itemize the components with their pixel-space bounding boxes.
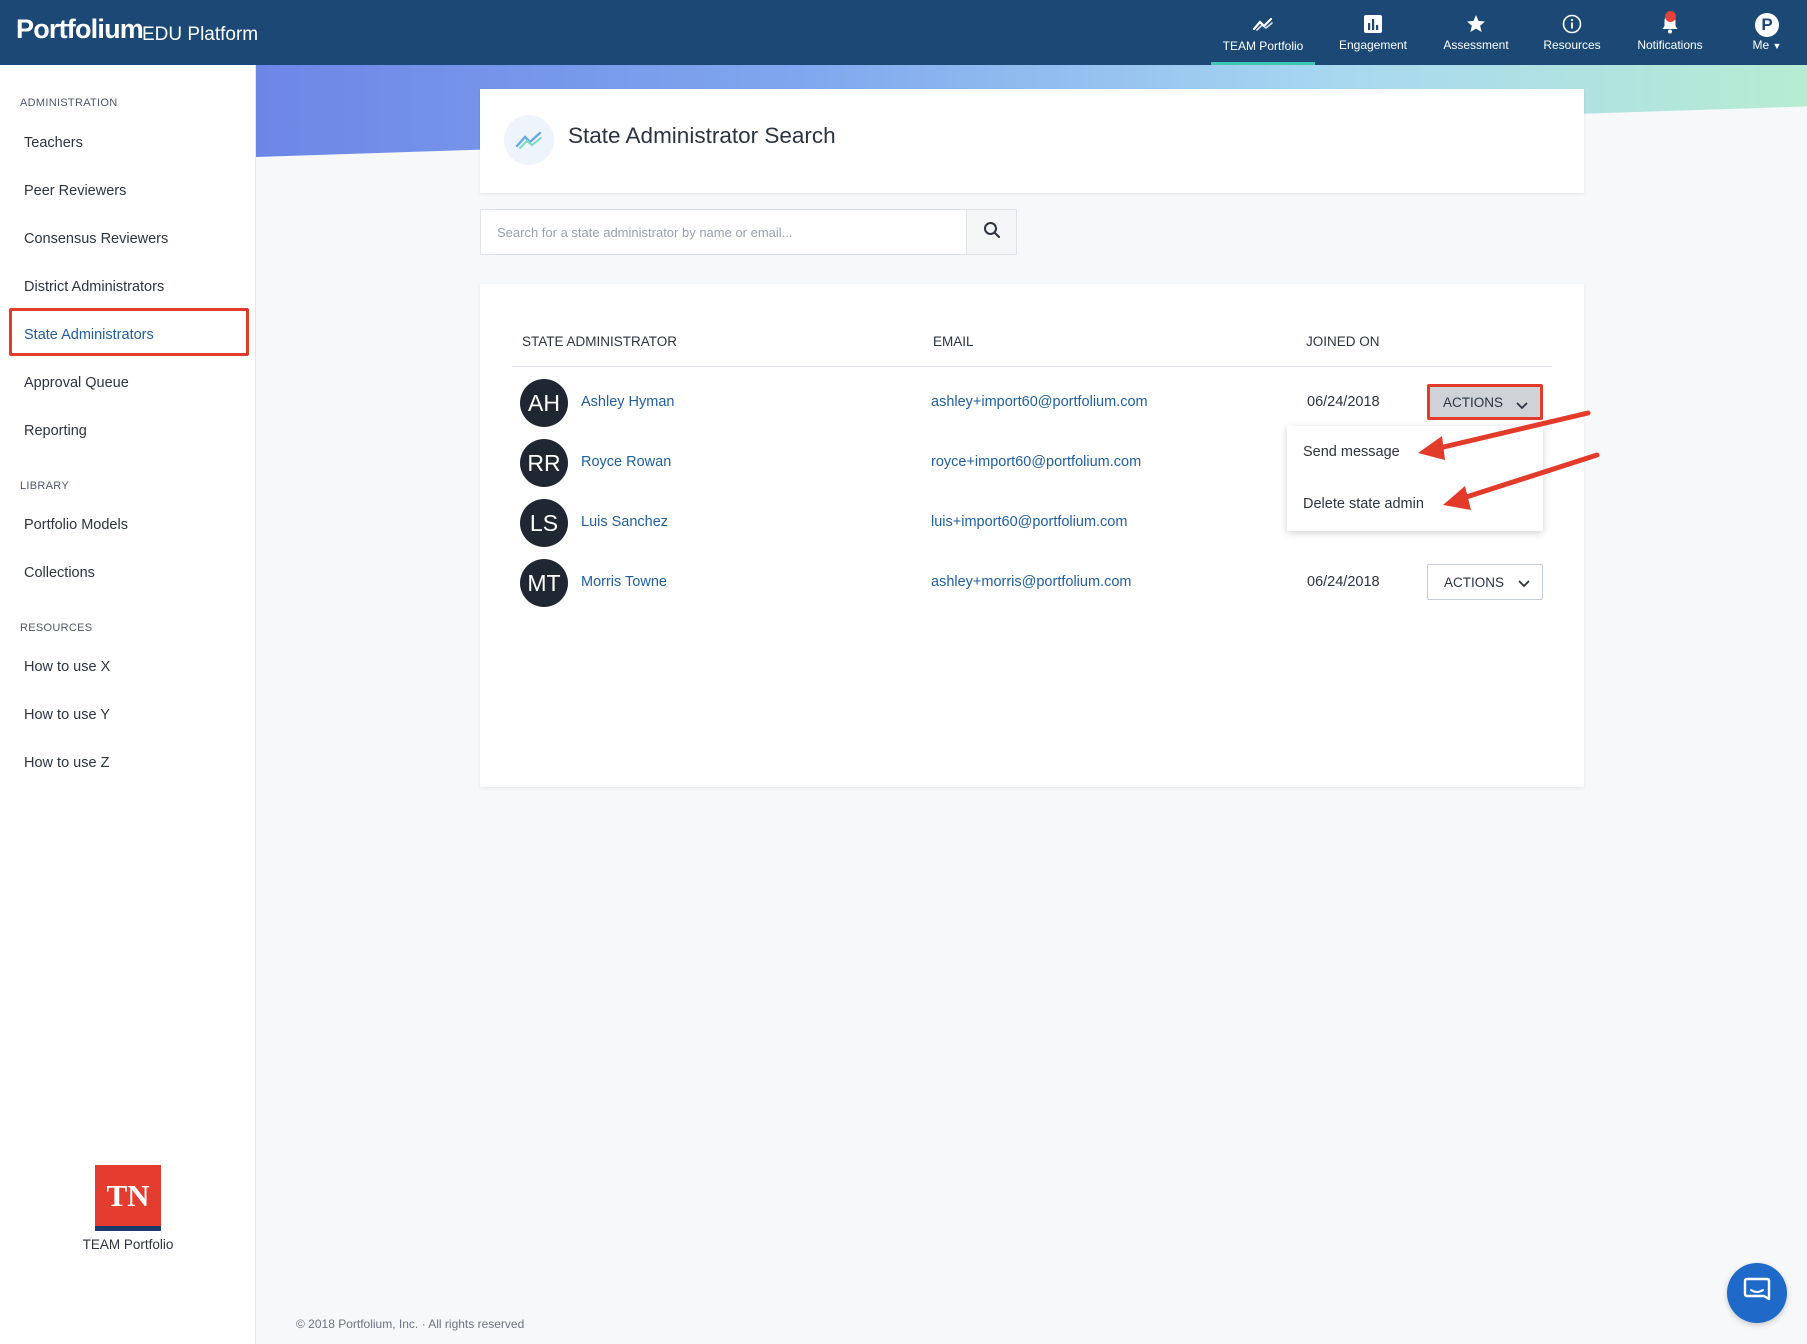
sidebar-item-consensus-reviewers[interactable]: Consensus Reviewers bbox=[24, 231, 168, 247]
me-avatar-letter: P bbox=[1755, 13, 1779, 37]
chevron-down-icon bbox=[1516, 398, 1528, 413]
actions-menu: Send message Delete state admin bbox=[1287, 426, 1543, 531]
avatar[interactable]: LS bbox=[520, 499, 568, 547]
chat-launcher-button[interactable] bbox=[1727, 1263, 1787, 1323]
admin-name-link[interactable]: Morris Towne bbox=[581, 574, 667, 590]
nav-label: Resources bbox=[1543, 38, 1601, 52]
sidebar-section-administration: ADMINISTRATION bbox=[20, 97, 118, 109]
actions-dropdown-button[interactable]: ACTIONS bbox=[1427, 564, 1543, 600]
admin-name-link[interactable]: Luis Sanchez bbox=[581, 514, 668, 530]
joined-date: 06/24/2018 bbox=[1307, 574, 1380, 590]
joined-date: 06/24/2018 bbox=[1307, 394, 1380, 410]
chat-icon bbox=[1742, 1276, 1772, 1311]
avatar[interactable]: RR bbox=[520, 439, 568, 487]
footer-copyright: © 2018 Portfolium, Inc. · All rights res… bbox=[296, 1317, 525, 1331]
avatar[interactable]: MT bbox=[520, 559, 568, 607]
actions-dropdown-button[interactable]: ACTIONS bbox=[1427, 384, 1543, 420]
sidebar-section-resources: RESOURCES bbox=[20, 622, 93, 634]
search-icon bbox=[983, 221, 1001, 244]
sidebar-item-reporting[interactable]: Reporting bbox=[24, 423, 87, 439]
actions-label: ACTIONS bbox=[1444, 574, 1505, 590]
brand-subtitle: EDU Platform bbox=[142, 24, 259, 45]
nav-notifications[interactable]: Notifications bbox=[1627, 0, 1713, 65]
menu-item-delete-state-admin[interactable]: Delete state admin bbox=[1303, 496, 1424, 512]
admin-email-link[interactable]: ashley+import60@portfolium.com bbox=[931, 394, 1148, 410]
sidebar-item-how-to-use-z[interactable]: How to use Z bbox=[24, 755, 109, 771]
team-portfolio-icon bbox=[504, 115, 554, 165]
tn-logo-label: TEAM Portfolio bbox=[82, 1237, 174, 1252]
brand-logo[interactable]: Portfolium bbox=[16, 14, 144, 45]
nav-label: TEAM Portfolio bbox=[1222, 39, 1304, 53]
menu-item-send-message[interactable]: Send message bbox=[1303, 444, 1400, 460]
star-icon bbox=[1466, 13, 1486, 35]
admin-email-link[interactable]: luis+import60@portfolium.com bbox=[931, 514, 1127, 530]
results-table: STATE ADMINISTRATOR EMAIL JOINED ON AH A… bbox=[480, 284, 1584, 787]
notification-dot bbox=[1665, 11, 1676, 22]
page-header-card: State Administrator Search bbox=[480, 89, 1584, 193]
column-header-joined-on[interactable]: JOINED ON bbox=[1306, 334, 1380, 349]
search-input[interactable] bbox=[481, 210, 967, 254]
sidebar: ADMINISTRATION Teachers Peer Reviewers C… bbox=[0, 65, 256, 1344]
nav-label: Assessment bbox=[1443, 38, 1509, 52]
nav-engagement[interactable]: Engagement bbox=[1333, 0, 1413, 65]
admin-email-link[interactable]: royce+import60@portfolium.com bbox=[931, 454, 1141, 470]
search-button[interactable] bbox=[966, 209, 1017, 255]
nav-team-portfolio[interactable]: TEAM Portfolio bbox=[1211, 0, 1315, 65]
column-header-state-administrator[interactable]: STATE ADMINISTRATOR bbox=[522, 334, 677, 349]
column-header-email[interactable]: EMAIL bbox=[933, 334, 974, 349]
sidebar-item-how-to-use-x[interactable]: How to use X bbox=[24, 659, 110, 675]
user-avatar-icon: P bbox=[1755, 13, 1779, 37]
tn-logo: TN bbox=[95, 1165, 161, 1231]
sidebar-item-how-to-use-y[interactable]: How to use Y bbox=[24, 707, 110, 723]
sidebar-item-collections[interactable]: Collections bbox=[24, 565, 95, 581]
caret-down-icon: ▼ bbox=[1772, 41, 1782, 51]
bar-chart-icon bbox=[1364, 13, 1382, 35]
sidebar-section-library: LIBRARY bbox=[20, 480, 69, 492]
sidebar-item-peer-reviewers[interactable]: Peer Reviewers bbox=[24, 183, 126, 199]
sidebar-item-state-administrators[interactable]: State Administrators bbox=[24, 327, 154, 343]
admin-name-link[interactable]: Royce Rowan bbox=[581, 454, 671, 470]
search-box bbox=[480, 209, 967, 255]
actions-label: ACTIONS bbox=[1443, 394, 1504, 410]
page-title: State Administrator Search bbox=[568, 123, 836, 148]
table-row: AH Ashley Hyman ashley+import60@portfoli… bbox=[480, 374, 1584, 434]
nav-assessment[interactable]: Assessment bbox=[1436, 0, 1516, 65]
avatar[interactable]: AH bbox=[520, 379, 568, 427]
sidebar-item-approval-queue[interactable]: Approval Queue bbox=[24, 375, 129, 391]
sidebar-item-teachers[interactable]: Teachers bbox=[24, 135, 83, 151]
admin-email-link[interactable]: ashley+morris@portfolium.com bbox=[931, 574, 1131, 590]
table-row: MT Morris Towne ashley+morris@portfolium… bbox=[480, 554, 1584, 614]
info-icon bbox=[1562, 13, 1582, 35]
sidebar-item-portfolio-models[interactable]: Portfolio Models bbox=[24, 517, 128, 533]
chart-line-icon bbox=[1252, 13, 1274, 35]
nav-label-me: Me ▼ bbox=[1752, 38, 1782, 52]
sidebar-item-district-administrators[interactable]: District Administrators bbox=[24, 279, 164, 295]
nav-label: Engagement bbox=[1338, 38, 1408, 52]
admin-name-link[interactable]: Ashley Hyman bbox=[581, 394, 674, 410]
top-navbar: Portfolium EDU Platform TEAM Portfolio E… bbox=[0, 0, 1807, 65]
nav-label: Notifications bbox=[1637, 38, 1703, 52]
chevron-down-icon bbox=[1518, 576, 1530, 591]
nav-me[interactable]: P Me ▼ bbox=[1735, 0, 1799, 65]
nav-resources[interactable]: Resources bbox=[1532, 0, 1612, 65]
header-divider bbox=[512, 366, 1552, 367]
